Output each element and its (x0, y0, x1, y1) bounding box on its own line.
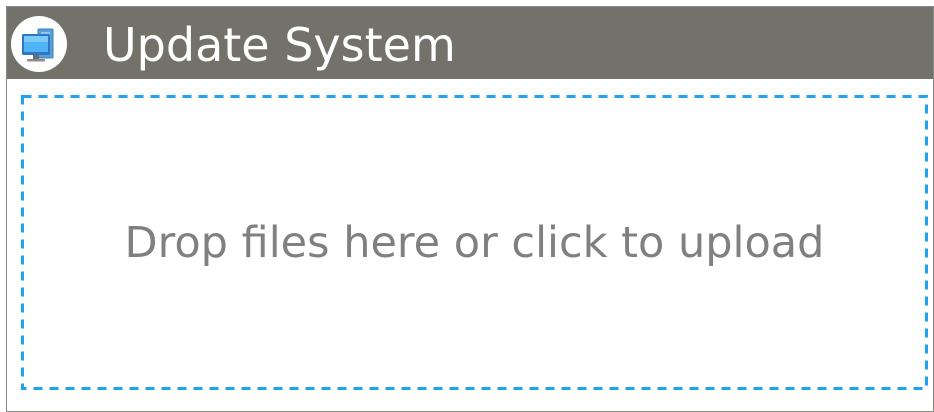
dropzone-message: Drop files here or click to upload (124, 218, 825, 268)
computer-monitor-icon (11, 16, 67, 72)
title-bar: Update System (7, 7, 933, 79)
window-title: Update System (103, 18, 456, 72)
update-system-panel: Update System Drop files here or click t… (6, 6, 934, 412)
file-dropzone[interactable]: Drop files here or click to upload (21, 95, 928, 390)
